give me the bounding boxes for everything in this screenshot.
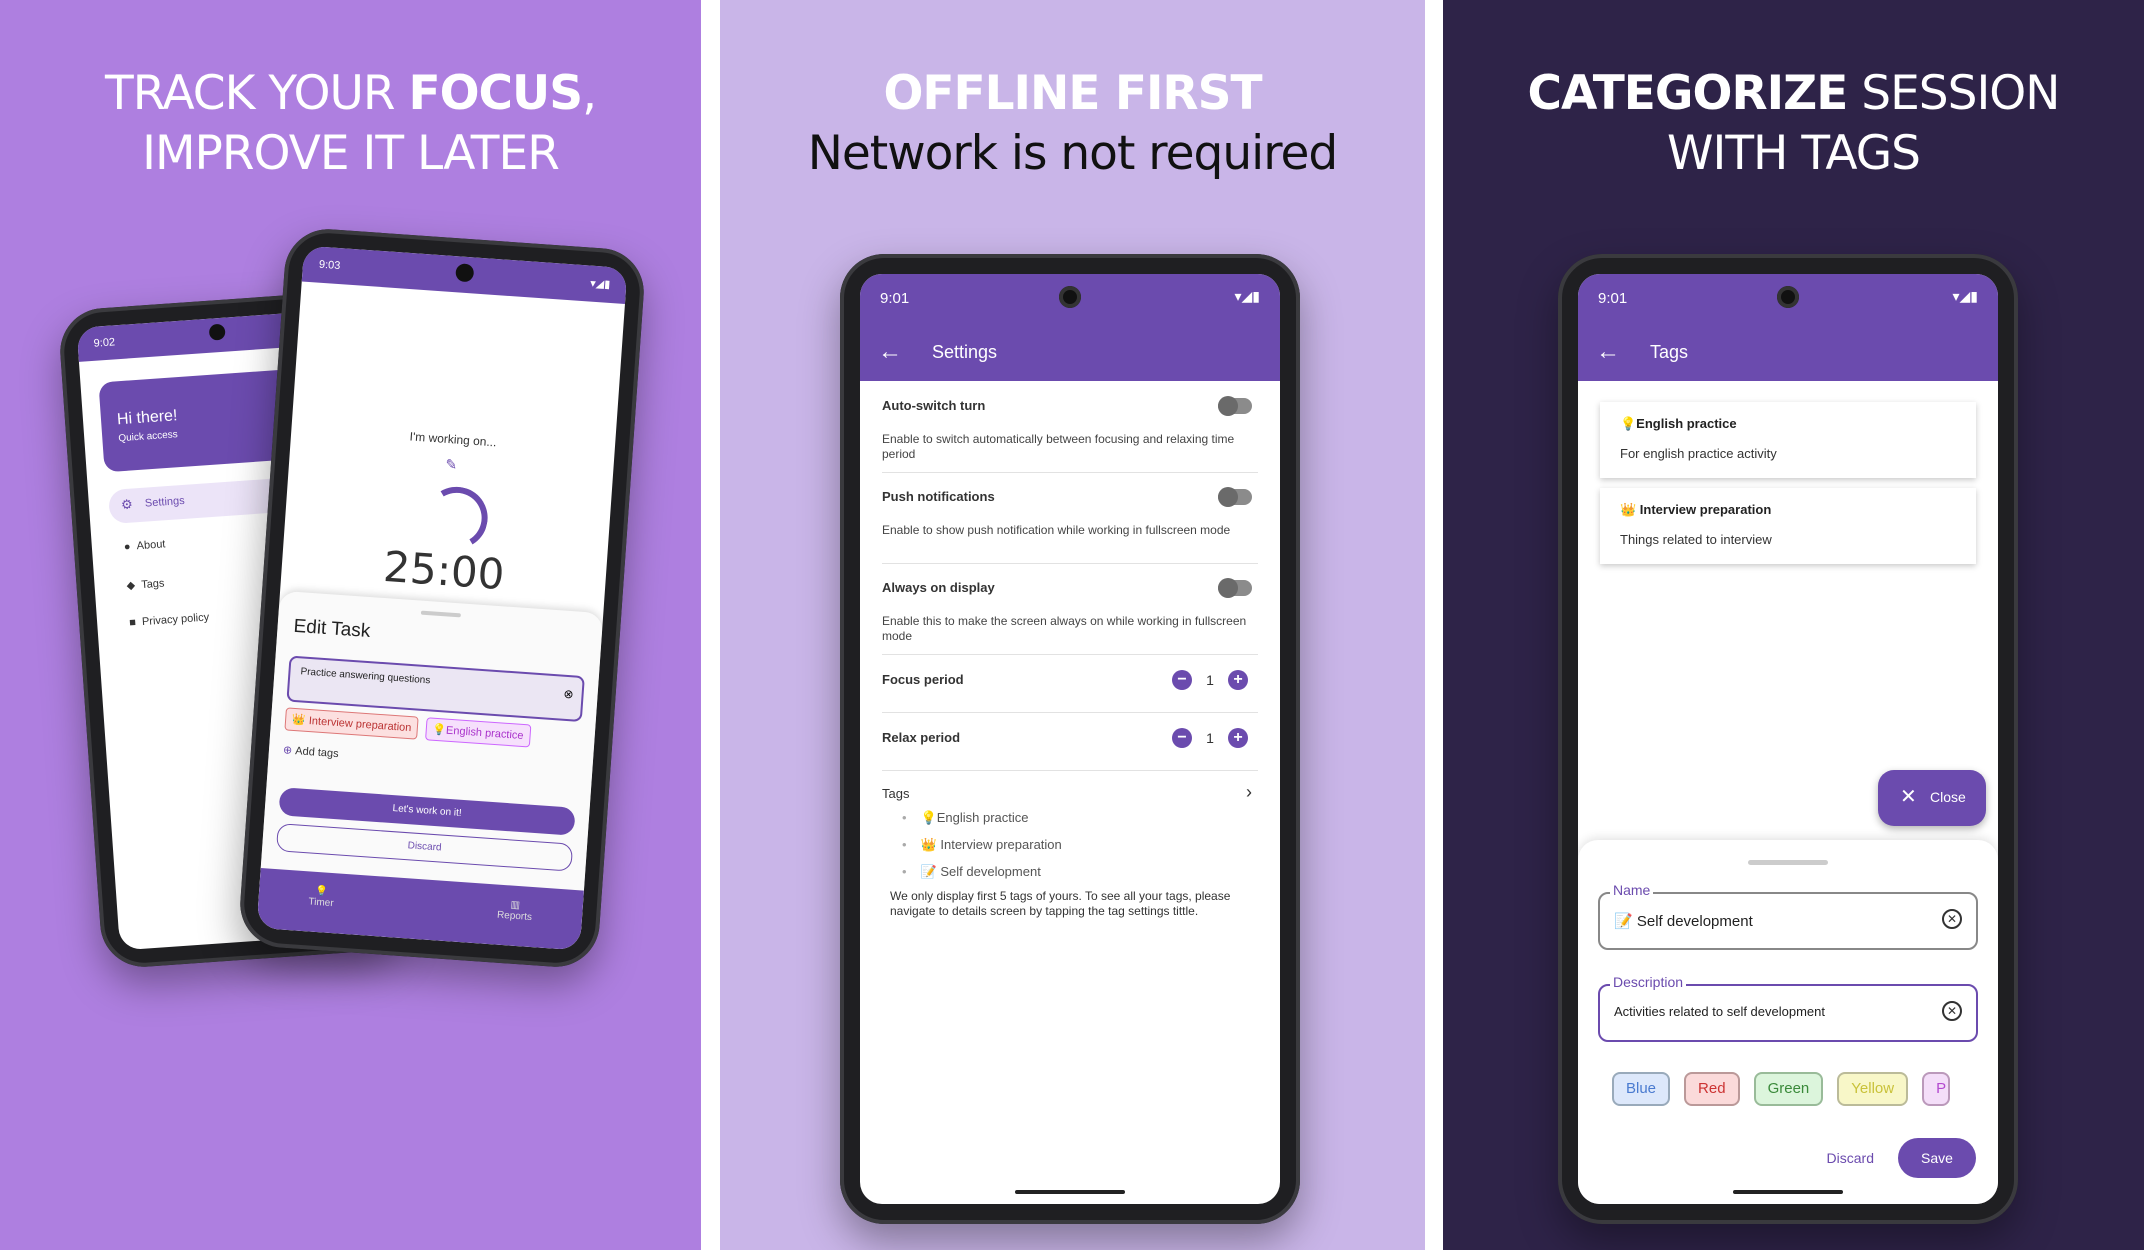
panel-heading: OFFLINE FIRST Network is not required [807, 66, 1339, 181]
list-item: 📝 Self development [902, 858, 1258, 885]
screen-title: Tags [1650, 342, 1689, 362]
tag-chip[interactable]: 💡English practice [424, 717, 532, 748]
plus-circle-icon: ⊕ [282, 744, 293, 757]
list-item: 💡English practice [902, 804, 1258, 831]
setting-push-notifications: Push notifications Enable to show push n… [882, 487, 1258, 564]
tag-card[interactable]: 💡English practice For english practice a… [1600, 402, 1976, 478]
tag-chip[interactable]: 👑 Interview preparation [284, 707, 420, 740]
screen-title: Settings [932, 342, 998, 362]
panel-heading: TRACK YOUR FOCUS, IMPROVE IT LATER [104, 66, 597, 181]
tag-card[interactable]: 👑 Interview preparation Things related t… [1600, 488, 1976, 564]
push-toggle[interactable] [1218, 487, 1252, 507]
promo-panel-tags: CATEGORIZE SESSION WITH TAGS 9:01 ▾◢▮ ← … [1443, 0, 2144, 1250]
tag-list: 💡English practice 👑 Interview preparatio… [882, 804, 1258, 919]
close-icon: ✕ [1900, 786, 1917, 808]
info-icon: ● [123, 540, 132, 554]
setting-focus-period: Focus period −1 + [882, 670, 1258, 713]
color-chip-blue[interactable]: Blue [1612, 1072, 1671, 1106]
back-arrow-icon[interactable]: ← [878, 338, 902, 366]
gear-icon: ⚙ [120, 496, 134, 513]
setting-auto-switch: Auto-switch turn Enable to switch automa… [882, 396, 1258, 473]
discard-button[interactable]: Discard [1827, 1150, 1874, 1166]
add-tags-button[interactable]: ⊕ Add tags [283, 743, 339, 760]
new-tag-sheet: Name 📝 Self development ✕ Description Ac… [1578, 840, 1998, 1204]
name-field[interactable]: Name 📝 Self development ✕ [1598, 882, 1978, 950]
color-chip-yellow[interactable]: Yellow [1837, 1072, 1909, 1106]
tags-settings-header[interactable]: Tags › [882, 782, 1258, 802]
increment-button[interactable]: + [1228, 670, 1248, 690]
drawer-item-about[interactable]: ● About [124, 538, 166, 553]
drawer-item-tags[interactable]: ◆ Tags [126, 576, 165, 592]
color-chip-red[interactable]: Red [1684, 1072, 1740, 1106]
front-phone: 9:03 ▾◢▮ I'm working on... ✎ 25:00 Edit … [237, 226, 647, 970]
close-button[interactable]: ✕ Close [1878, 770, 1986, 826]
tag-icon: ◆ [126, 579, 136, 593]
decrement-button[interactable]: − [1172, 728, 1192, 748]
panel-heading: CATEGORIZE SESSION WITH TAGS [1527, 66, 2061, 181]
greeting-subtitle: Quick access [118, 429, 179, 445]
list-item: 👑 Interview preparation [902, 831, 1258, 858]
save-button[interactable]: Save [1898, 1138, 1976, 1178]
settings-phone: 9:01 ▾◢▮ ← Settings Auto-switch turn Ena… [840, 254, 1300, 1224]
back-arrow-icon[interactable]: ← [1596, 338, 1620, 366]
increment-button[interactable]: + [1228, 728, 1248, 748]
greeting-text: Hi there! [116, 407, 178, 429]
auto-switch-toggle[interactable] [1218, 396, 1252, 416]
nav-reports[interactable]: ▥ Reports [497, 899, 533, 923]
chevron-right-icon: › [1246, 782, 1252, 802]
edit-task-sheet: Edit Task Practice answering questions ⊗… [256, 590, 604, 951]
color-chip-purple[interactable]: P [1922, 1072, 1951, 1106]
color-chips: Blue Red Green Yellow P [1612, 1072, 1964, 1106]
tags-phone: 9:01 ▾◢▮ ← Tags 💡English practice For en… [1558, 254, 2018, 1224]
promo-panel-offline: OFFLINE FIRST Network is not required 9:… [720, 0, 1425, 1250]
setting-always-on: Always on display Enable this to make th… [882, 578, 1258, 655]
bottom-nav: 💡 Timer ▥ Reports [256, 868, 584, 951]
lock-icon: ■ [128, 616, 137, 629]
nav-timer[interactable]: 💡 Timer [308, 885, 335, 909]
setting-relax-period: Relax period −1 + [882, 728, 1258, 771]
description-field[interactable]: Description Activities related to self d… [1598, 974, 1978, 1042]
clear-icon[interactable]: ✕ [1942, 909, 1962, 929]
drawer-item-privacy[interactable]: ■ Privacy policy [129, 611, 210, 629]
promo-panel-focus: TRACK YOUR FOCUS, IMPROVE IT LATER 9:02 … [0, 0, 701, 1250]
clear-icon[interactable]: ✕ [1942, 1001, 1962, 1021]
color-chip-green[interactable]: Green [1753, 1072, 1824, 1106]
tags-note: We only display first 5 tags of yours. T… [890, 889, 1231, 918]
sheet-title: Edit Task [292, 615, 371, 643]
always-on-toggle[interactable] [1218, 578, 1252, 598]
decrement-button[interactable]: − [1172, 670, 1192, 690]
clear-icon[interactable]: ⊗ [563, 687, 574, 702]
